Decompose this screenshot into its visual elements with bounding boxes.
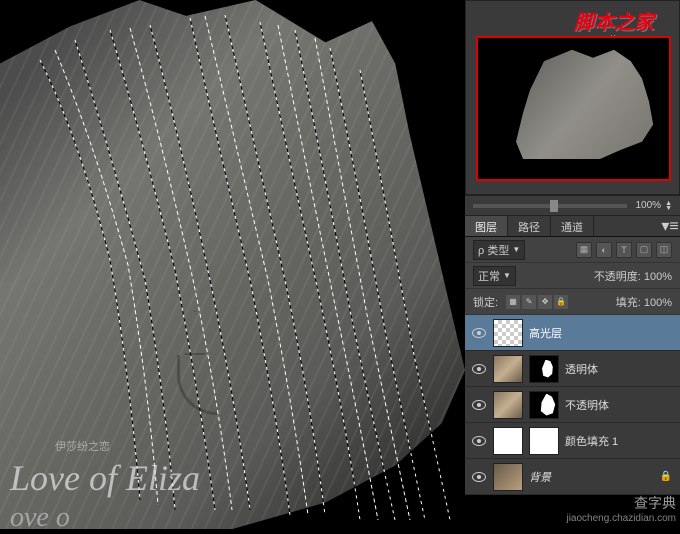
layer-name[interactable]: 高光层 bbox=[529, 325, 562, 341]
eye-icon bbox=[472, 328, 486, 338]
lock-position-icon[interactable]: ✥ bbox=[538, 295, 552, 309]
lock-pixels-icon[interactable]: ✎ bbox=[522, 295, 536, 309]
layer-thumbnail[interactable] bbox=[493, 427, 523, 455]
panel-tabs: 图层 路径 通道 ▾≡ bbox=[465, 215, 680, 237]
blend-mode-select[interactable]: 正常▼ bbox=[473, 266, 516, 286]
visibility-toggle[interactable] bbox=[469, 467, 489, 487]
layer-mask-thumbnail[interactable] bbox=[529, 391, 559, 419]
filter-pixel-icon[interactable]: ▦ bbox=[576, 242, 592, 258]
layer-mask-thumbnail[interactable] bbox=[529, 427, 559, 455]
layer-thumbnail[interactable] bbox=[493, 463, 523, 491]
overlay-love-text: Love of Eliza bbox=[10, 457, 200, 499]
layers-list: 高光层 透明体 不透明体 颜色填充 1 背景 🔒 bbox=[465, 315, 680, 495]
blend-mode-value: 正常 bbox=[478, 268, 500, 284]
lock-label: 锁定: bbox=[473, 294, 498, 310]
layer-row-colorfill[interactable]: 颜色填充 1 bbox=[465, 423, 680, 459]
navigator-panel: 脚本之家 www.jb51.net bbox=[465, 0, 680, 195]
zoom-value: 100% bbox=[635, 200, 661, 211]
filter-smart-icon[interactable]: ◫ bbox=[656, 242, 672, 258]
layer-thumbnail[interactable] bbox=[493, 319, 523, 347]
tab-paths[interactable]: 路径 bbox=[508, 216, 551, 236]
layer-mask-thumbnail[interactable] bbox=[529, 355, 559, 383]
watermark-bottom: 查字典 jiaocheng.chazidian.com bbox=[566, 494, 676, 525]
lock-transparent-icon[interactable]: ▦ bbox=[506, 295, 520, 309]
eye-icon bbox=[472, 436, 486, 446]
lock-all-icon[interactable]: 🔒 bbox=[554, 295, 568, 309]
visibility-toggle[interactable] bbox=[469, 323, 489, 343]
chevron-down-icon: ▼ bbox=[503, 271, 511, 280]
street-lamp-silhouette bbox=[165, 310, 225, 440]
layer-filter-kind[interactable]: ρ 类型▼ bbox=[473, 240, 525, 260]
filter-adjustment-icon[interactable]: ◐ bbox=[596, 242, 612, 258]
opacity-value[interactable]: 100% bbox=[644, 271, 672, 283]
tab-channels[interactable]: 通道 bbox=[551, 216, 594, 236]
panel-menu-icon[interactable]: ▾≡ bbox=[660, 216, 680, 236]
eye-icon bbox=[472, 364, 486, 374]
layer-row-highlight[interactable]: 高光层 bbox=[465, 315, 680, 351]
visibility-toggle[interactable] bbox=[469, 395, 489, 415]
visibility-toggle[interactable] bbox=[469, 359, 489, 379]
layer-name[interactable]: 背景 bbox=[529, 469, 551, 485]
zoom-slider-handle[interactable] bbox=[550, 200, 558, 212]
canvas-area[interactable]: 伊莎纷之恋 Love of Eliza ove o bbox=[0, 0, 465, 529]
fill-label: 填充: bbox=[616, 297, 641, 309]
zoom-stepper[interactable]: ▲▼ bbox=[665, 201, 672, 211]
layer-options: ρ 类型▼ ▦ ◐ T ▢ ◫ 正常▼ 不透明度: 100% 锁定: ▦ ✎ ✥… bbox=[465, 237, 680, 315]
watermark-top-cn: 脚本之家 bbox=[574, 6, 654, 35]
lock-icon: 🔒 bbox=[660, 471, 672, 482]
overlay-love-text-shadow: ove o bbox=[10, 502, 70, 534]
layer-thumbnail[interactable] bbox=[493, 391, 523, 419]
overlay-subtext: 伊莎纷之恋 bbox=[55, 438, 110, 454]
navigator-zoom-bar: 100% ▲▼ bbox=[465, 195, 680, 215]
filter-shape-icon[interactable]: ▢ bbox=[636, 242, 652, 258]
zoom-slider[interactable] bbox=[473, 204, 627, 208]
chevron-down-icon: ▼ bbox=[512, 245, 520, 254]
fill-value[interactable]: 100% bbox=[644, 297, 672, 309]
opacity-label: 不透明度: bbox=[594, 271, 641, 283]
visibility-toggle[interactable] bbox=[469, 431, 489, 451]
watermark-bottom-cn: 查字典 bbox=[566, 494, 676, 512]
eye-icon bbox=[472, 400, 486, 410]
filter-type-icon[interactable]: T bbox=[616, 242, 632, 258]
layer-row-background[interactable]: 背景 🔒 bbox=[465, 459, 680, 495]
navigator-viewport-frame[interactable] bbox=[476, 36, 671, 181]
layer-row-transparent[interactable]: 透明体 bbox=[465, 351, 680, 387]
layer-row-opaque[interactable]: 不透明体 bbox=[465, 387, 680, 423]
layer-thumbnail[interactable] bbox=[493, 355, 523, 383]
watermark-bottom-url: jiaocheng.chazidian.com bbox=[566, 512, 676, 525]
layer-name[interactable]: 透明体 bbox=[565, 361, 598, 377]
tab-layers[interactable]: 图层 bbox=[465, 216, 508, 236]
layer-name[interactable]: 颜色填充 1 bbox=[565, 433, 618, 449]
filter-kind-label: ρ 类型 bbox=[478, 242, 509, 258]
layer-name[interactable]: 不透明体 bbox=[565, 397, 609, 413]
eye-icon bbox=[472, 472, 486, 482]
